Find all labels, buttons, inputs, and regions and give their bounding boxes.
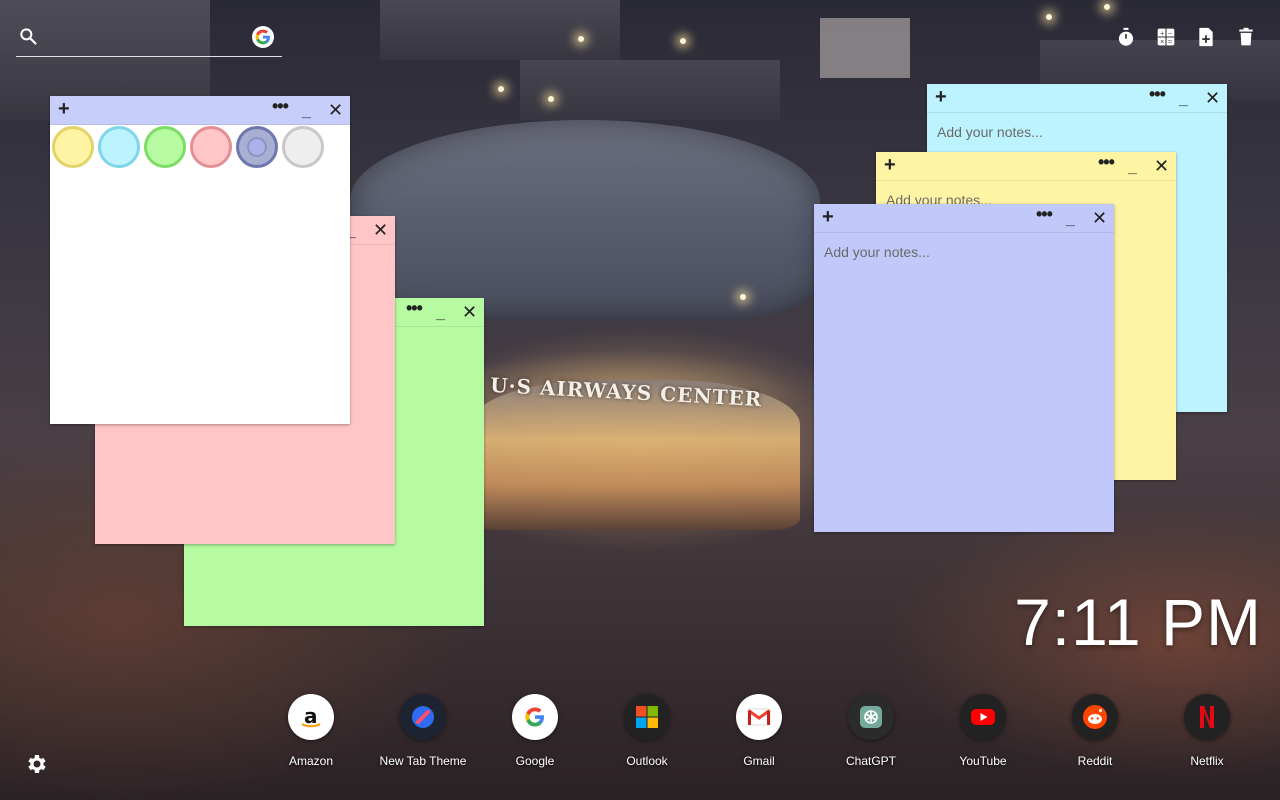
note-text-area[interactable]: Add your notes... bbox=[824, 244, 1104, 260]
minimize-note-button[interactable]: _ bbox=[302, 102, 311, 122]
arena-roof bbox=[350, 120, 820, 320]
google-search-icon[interactable] bbox=[252, 26, 274, 48]
shortcut-label: New Tab Theme bbox=[379, 754, 467, 768]
amazon-icon: a bbox=[288, 694, 334, 740]
outlook-icon bbox=[624, 694, 670, 740]
shortcut-outlook[interactable]: Outlook bbox=[591, 694, 703, 768]
shortcut-label: Netflix bbox=[1190, 754, 1224, 768]
timer-icon[interactable] bbox=[1116, 26, 1136, 48]
swatch-blue[interactable] bbox=[236, 126, 278, 168]
shortcut-gmail[interactable]: Gmail bbox=[703, 694, 815, 768]
note-text-area[interactable]: Add your notes... bbox=[937, 124, 1217, 140]
note-menu-button[interactable]: ••• bbox=[272, 96, 289, 116]
add-note-button[interactable]: + bbox=[58, 99, 70, 119]
svg-text:a: a bbox=[304, 704, 318, 728]
youtube-icon bbox=[960, 694, 1006, 740]
note-header[interactable]: + ••• _ ✕ bbox=[876, 152, 1176, 181]
close-note-button[interactable]: ✕ bbox=[462, 302, 477, 322]
note-header[interactable]: + ••• _ ✕ bbox=[927, 84, 1227, 113]
gmail-icon bbox=[736, 694, 782, 740]
trash-icon[interactable] bbox=[1236, 26, 1256, 48]
google-icon bbox=[512, 694, 558, 740]
shortcut-label: Gmail bbox=[743, 754, 775, 768]
minimize-note-button[interactable]: _ bbox=[1179, 90, 1188, 110]
shortcut-label: Outlook bbox=[626, 754, 668, 768]
note-menu-button[interactable]: ••• bbox=[1149, 84, 1166, 104]
reddit-icon bbox=[1072, 694, 1118, 740]
swatch-pink[interactable] bbox=[190, 126, 232, 168]
shortcut-google[interactable]: Google bbox=[479, 694, 591, 768]
swatch-yellow[interactable] bbox=[52, 126, 94, 168]
note-header[interactable]: + ••• _ ✕ bbox=[814, 204, 1114, 233]
close-note-button[interactable]: ✕ bbox=[373, 220, 388, 240]
add-note-button[interactable]: + bbox=[935, 87, 947, 107]
minimize-note-button[interactable]: _ bbox=[1128, 158, 1137, 178]
shortcut-label: Amazon bbox=[288, 754, 334, 768]
new-note-icon[interactable] bbox=[1196, 26, 1216, 48]
close-note-button[interactable]: ✕ bbox=[1205, 88, 1220, 108]
shortcut-label: YouTube bbox=[959, 754, 1007, 768]
swatch-white[interactable] bbox=[282, 126, 324, 168]
shortcut-amazon[interactable]: a Amazon bbox=[255, 694, 367, 768]
close-note-button[interactable]: ✕ bbox=[1092, 208, 1107, 228]
sticky-note-white[interactable]: + ••• _ ✕ bbox=[50, 96, 350, 424]
close-note-button[interactable]: ✕ bbox=[1154, 156, 1169, 176]
new-tab-theme-icon bbox=[400, 694, 446, 740]
note-menu-button[interactable]: ••• bbox=[1036, 204, 1053, 224]
color-picker bbox=[52, 126, 324, 168]
calculator-icon[interactable]: + − × = bbox=[1156, 26, 1176, 48]
shortcut-label: Reddit bbox=[1077, 754, 1113, 768]
clock: 7:11 PM bbox=[1014, 585, 1262, 659]
shortcut-label: Google bbox=[515, 754, 555, 768]
add-note-button[interactable]: + bbox=[884, 155, 896, 175]
shortcut-chatgpt[interactable]: ChatGPT bbox=[815, 694, 927, 768]
gear-icon[interactable] bbox=[24, 752, 48, 776]
svg-text:+: + bbox=[1160, 31, 1165, 37]
chatgpt-icon bbox=[848, 694, 894, 740]
shortcut-reddit[interactable]: Reddit bbox=[1039, 694, 1151, 768]
shortcut-youtube[interactable]: YouTube bbox=[927, 694, 1039, 768]
svg-text:=: = bbox=[1168, 40, 1173, 46]
svg-text:−: − bbox=[1168, 31, 1173, 37]
note-menu-button[interactable]: ••• bbox=[406, 298, 423, 318]
toolbar: + − × = bbox=[1116, 26, 1256, 48]
minimize-note-button[interactable]: _ bbox=[436, 304, 445, 324]
add-note-button[interactable]: + bbox=[822, 207, 834, 227]
close-note-button[interactable]: ✕ bbox=[328, 100, 343, 120]
note-menu-button[interactable]: ••• bbox=[1098, 152, 1115, 172]
svg-text:×: × bbox=[1160, 40, 1165, 46]
netflix-icon bbox=[1184, 694, 1230, 740]
search-bar[interactable] bbox=[16, 24, 282, 57]
shortcut-netflix[interactable]: Netflix bbox=[1151, 694, 1263, 768]
minimize-note-button[interactable]: _ bbox=[1066, 210, 1075, 230]
shortcut-dock: a Amazon New Tab Theme Google Outlook Gm bbox=[255, 694, 1265, 774]
search-icon[interactable] bbox=[18, 26, 38, 46]
shortcut-label: ChatGPT bbox=[845, 754, 896, 768]
shortcut-new-tab-theme[interactable]: New Tab Theme bbox=[367, 694, 479, 768]
note-header[interactable]: + ••• _ ✕ bbox=[50, 96, 350, 125]
swatch-green[interactable] bbox=[144, 126, 186, 168]
swatch-cyan[interactable] bbox=[98, 126, 140, 168]
sticky-note-blue[interactable]: + ••• _ ✕ Add your notes... bbox=[814, 204, 1114, 532]
